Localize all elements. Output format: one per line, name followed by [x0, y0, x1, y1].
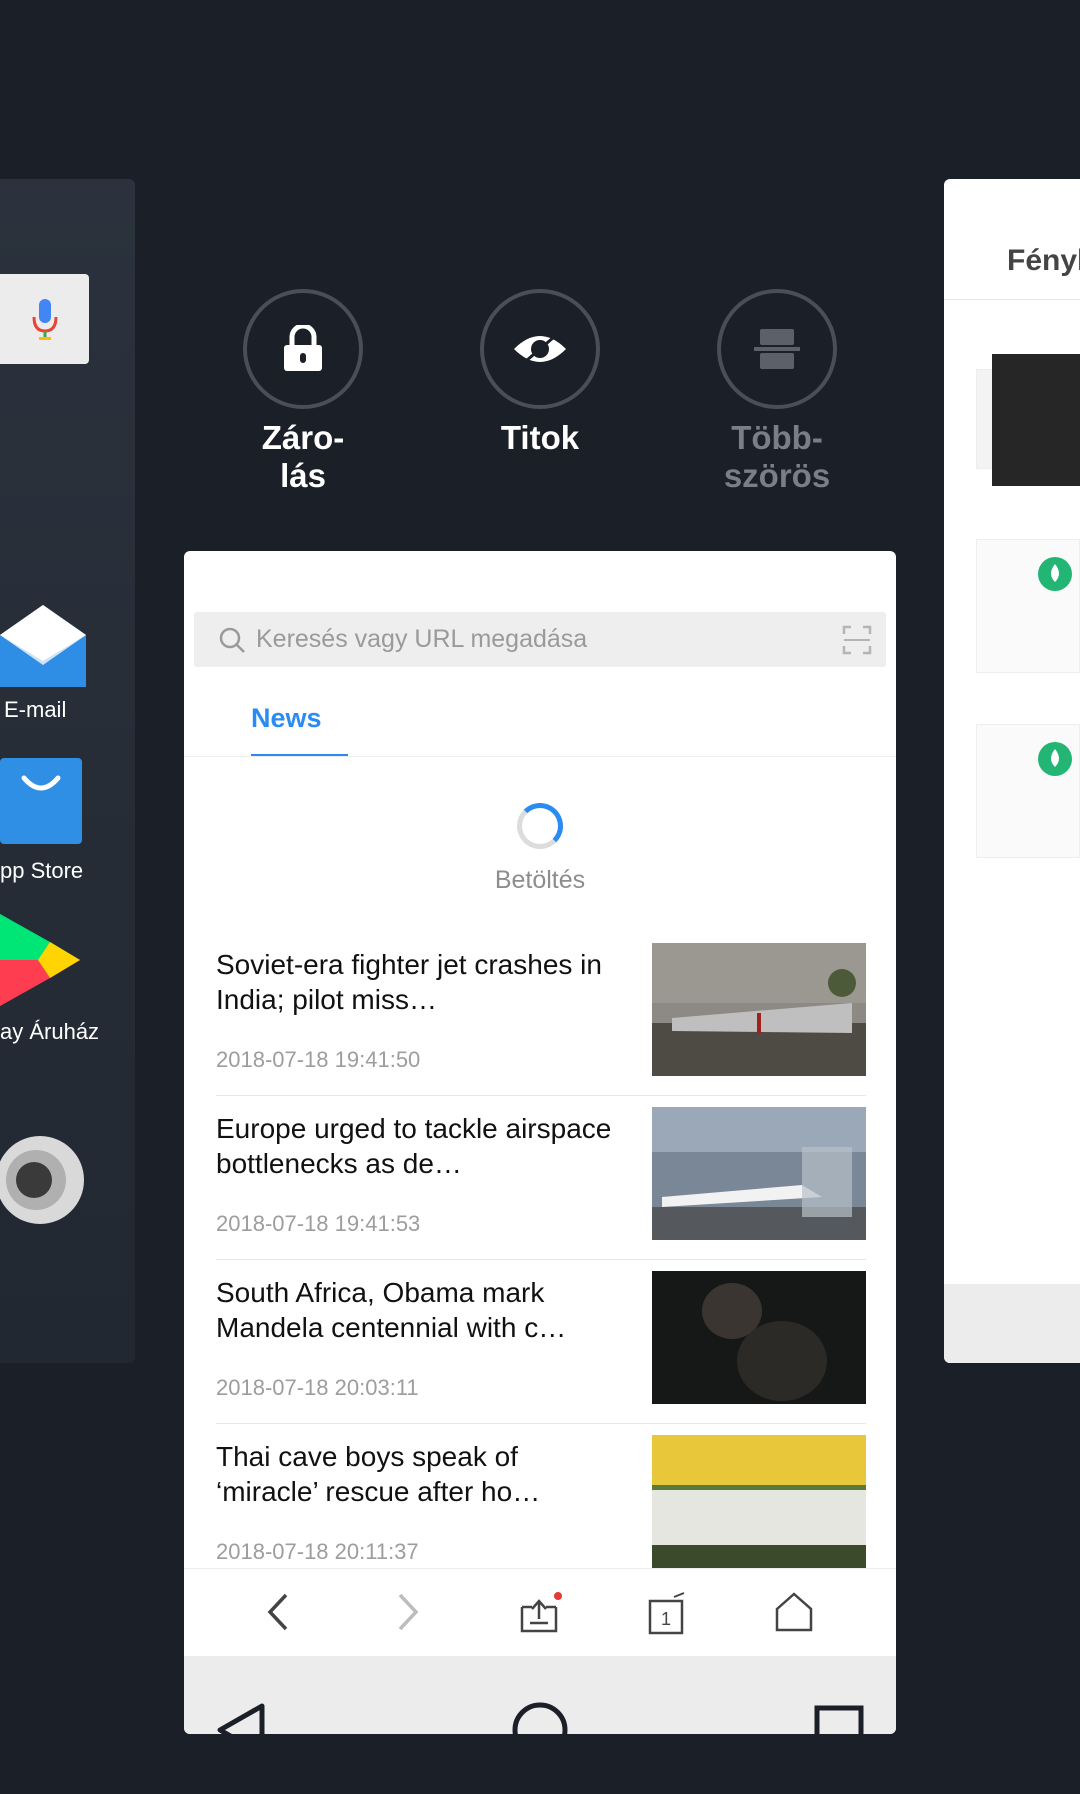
news-title: Thai cave boys speak of ‘miracle’ rescue…: [216, 1441, 541, 1507]
recent-app-card-launcher[interactable]: E-mail pp Store ay Áruház: [0, 179, 135, 1363]
divider: [944, 299, 1080, 300]
lock-label: Záro- lás: [261, 419, 345, 494]
back-icon[interactable]: [264, 1591, 294, 1633]
app-label-app-store: pp Store: [0, 858, 84, 883]
forward-icon[interactable]: [392, 1591, 422, 1633]
lock-button[interactable]: [243, 289, 363, 409]
card-title: Fényk: [1007, 244, 1080, 277]
news-time: 2018-07-18 19:41:53: [216, 1211, 421, 1236]
news-title: Soviet-era fighter jet crashes in India;…: [216, 949, 602, 1015]
divider: [216, 1259, 866, 1260]
recent-app-card-browser[interactable]: Keresés vagy URL megadása News Betöltés …: [184, 551, 896, 1734]
eye-icon: [514, 335, 566, 363]
news-thumbnail: [652, 1271, 866, 1404]
news-item[interactable]: Soviet-era fighter jet crashes in India;…: [216, 943, 866, 1107]
recent-app-card-gallery[interactable]: Fényk: [944, 179, 1080, 1363]
multi-window-icon: [754, 329, 800, 369]
app-label-email: E-mail: [4, 697, 67, 722]
news-thumbnail: [652, 1435, 866, 1568]
secret-button[interactable]: [480, 289, 600, 409]
divider: [216, 1095, 866, 1096]
multi-window-label: Több- szörös: [723, 419, 831, 494]
news-item[interactable]: Europe urged to tackle airspace bottlene…: [216, 1107, 866, 1271]
scan-icon[interactable]: [842, 625, 872, 655]
divider: [216, 1423, 866, 1424]
news-time: 2018-07-18 19:41:50: [216, 1047, 421, 1072]
voice-search-button[interactable]: [0, 274, 89, 364]
camera-app-icon[interactable]: [0, 1134, 86, 1226]
app-label-play-store: ay Áruház: [0, 1019, 100, 1044]
news-item[interactable]: South Africa, Obama mark Mandela centenn…: [216, 1271, 866, 1435]
thumbnail: [976, 724, 1080, 858]
nav-home-icon[interactable]: [510, 1700, 570, 1760]
news-time: 2018-07-18 20:03:11: [216, 1375, 419, 1400]
home-icon[interactable]: [773, 1591, 815, 1633]
tab-count: 1: [661, 1609, 671, 1629]
news-title: Europe urged to tackle airspace bottlene…: [216, 1113, 612, 1179]
browser-toolbar: 1: [184, 1568, 896, 1656]
thumbnail: [992, 354, 1080, 486]
secret-app-action[interactable]: Titok: [480, 289, 600, 457]
secret-label: Titok: [500, 419, 580, 456]
drop-icon: [1038, 742, 1072, 776]
multi-window-action[interactable]: Több- szörös: [717, 289, 837, 495]
card-footer: [944, 1284, 1080, 1363]
news-title: South Africa, Obama mark Mandela centenn…: [216, 1277, 567, 1343]
divider: [184, 756, 896, 757]
lock-app-action[interactable]: Záro- lás: [243, 289, 363, 495]
thumbnail: [976, 539, 1080, 673]
lock-icon: [284, 325, 322, 371]
menu-icon[interactable]: [518, 1591, 562, 1635]
search-icon: [219, 627, 245, 653]
drop-icon: [1038, 557, 1072, 591]
tabs-icon[interactable]: 1: [646, 1591, 688, 1635]
nav-back-icon[interactable]: [214, 1700, 268, 1760]
search-input[interactable]: Keresés vagy URL megadása: [194, 612, 886, 667]
search-placeholder: Keresés vagy URL megadása: [256, 625, 588, 653]
microphone-icon: [32, 299, 57, 340]
app-store-icon[interactable]: [0, 758, 82, 844]
news-thumbnail: [652, 1107, 866, 1240]
nav-recents-icon[interactable]: [812, 1700, 866, 1760]
email-app-icon[interactable]: [0, 591, 86, 687]
multi-window-button[interactable]: [717, 289, 837, 409]
tab-news[interactable]: News: [251, 703, 322, 734]
loading-spinner: [517, 803, 563, 849]
play-store-icon[interactable]: [0, 914, 82, 1006]
loading-text: Betöltés: [494, 866, 586, 894]
news-thumbnail: [652, 943, 866, 1076]
news-time: 2018-07-18 20:11:37: [216, 1539, 419, 1564]
